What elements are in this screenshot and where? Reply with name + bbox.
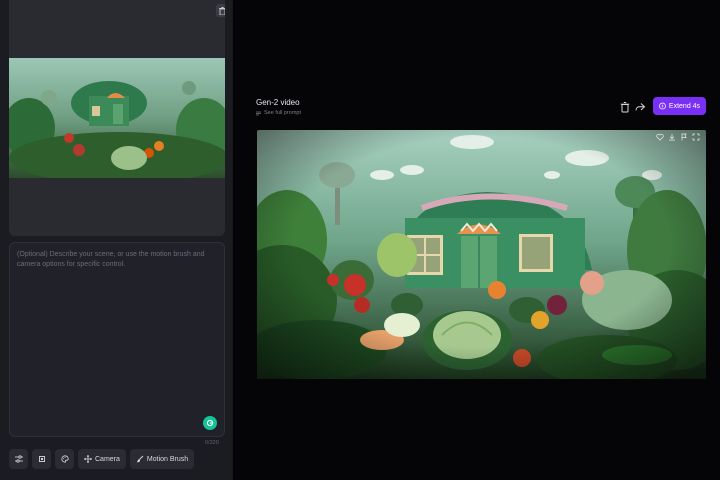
see-full-prompt-link[interactable]: See full prompt (256, 110, 301, 116)
extend-label: Extend 4s (668, 102, 701, 110)
palette-icon (60, 455, 69, 463)
fullscreen-icon[interactable] (692, 133, 700, 141)
share-icon[interactable] (634, 101, 646, 113)
download-icon[interactable] (668, 133, 676, 141)
char-counter: 0/320 (205, 440, 219, 446)
settings-button[interactable] (9, 449, 28, 469)
see-full-prompt-label: See full prompt (264, 110, 301, 116)
frame-icon (38, 456, 45, 462)
prompt-input[interactable]: (Optional) Describe your scene, or use t… (9, 242, 225, 437)
video-frame-image (257, 130, 706, 379)
generated-video[interactable] (257, 130, 706, 379)
panel-divider (232, 0, 233, 480)
output-title: Gen-2 video (256, 98, 300, 107)
camera-move-icon (84, 455, 92, 463)
left-panel: (Optional) Describe your scene, or use t… (0, 0, 232, 480)
camera-button[interactable]: Camera (78, 449, 126, 469)
trash-icon[interactable] (619, 101, 631, 113)
sliders-icon (14, 455, 23, 463)
flag-icon[interactable] (680, 133, 688, 141)
camera-label: Camera (95, 455, 120, 463)
extend-button[interactable]: Extend 4s (653, 97, 706, 115)
motion-brush-button[interactable]: Motion Brush (129, 449, 195, 469)
delete-image-button[interactable] (216, 4, 225, 17)
motion-brush-label: Motion Brush (146, 455, 189, 463)
frame-button[interactable] (32, 449, 51, 469)
prompt-placeholder: (Optional) Describe your scene, or use t… (17, 251, 205, 268)
bolt-icon (659, 102, 666, 110)
heart-icon[interactable] (656, 133, 664, 141)
grammarly-icon[interactable] (203, 416, 217, 430)
video-actions (656, 133, 700, 141)
source-image-thumbnail (9, 58, 225, 178)
trash-icon (219, 6, 225, 15)
motion-brush-icon (136, 455, 144, 463)
source-image-card (9, 0, 225, 236)
prompt-toolbar: Camera Motion Brush (9, 449, 195, 469)
list-icon (256, 111, 261, 115)
style-button[interactable] (55, 449, 74, 469)
